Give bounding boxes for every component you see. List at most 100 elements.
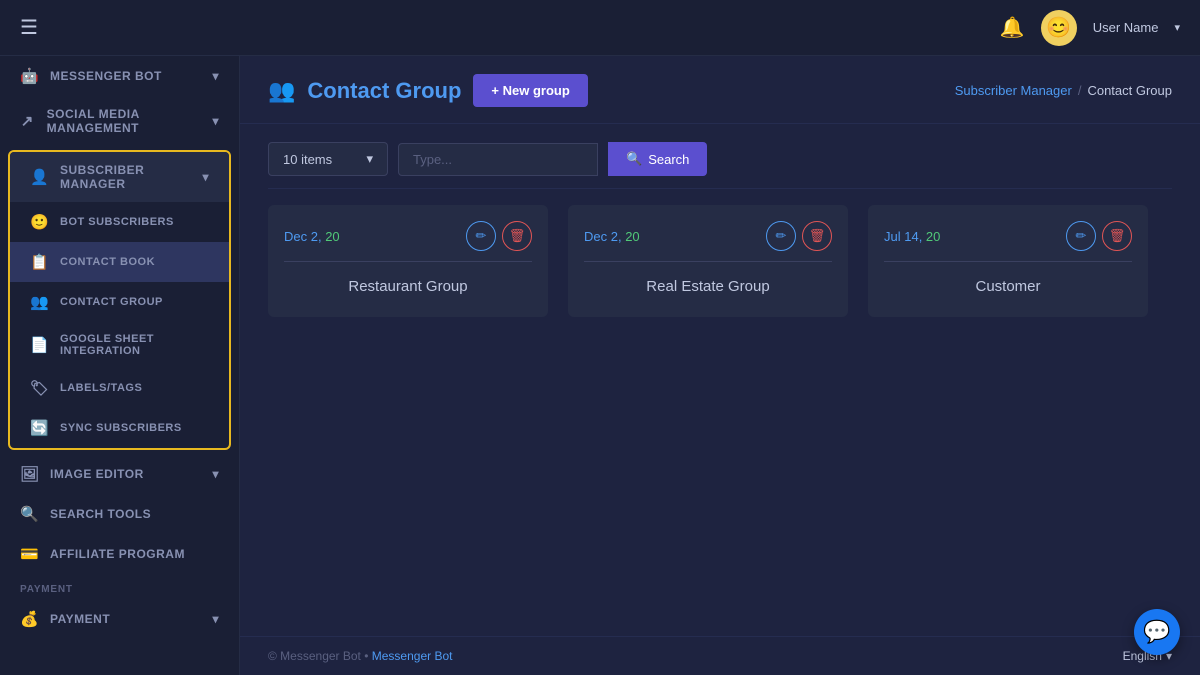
- payment-label: PAYMENT: [50, 612, 110, 626]
- social-media-chevron: ▾: [212, 114, 219, 128]
- items-count-label: 10 items: [283, 152, 332, 167]
- card-name-2: Customer: [884, 272, 1132, 301]
- contact-card-1: Dec 2, 20 ✏ 🗑 Real Estate Group: [568, 205, 848, 317]
- main-content: 👥 Contact Group + New group Subscriber M…: [240, 56, 1200, 675]
- google-sheet-label: GOOGLE SHEET INTEGRATION: [60, 333, 209, 357]
- card-divider-2: [884, 261, 1132, 262]
- sidebar-item-contact-book[interactable]: 📋 CONTACT BOOK: [10, 242, 229, 282]
- search-tools-label: SEARCH TOOLS: [50, 507, 151, 521]
- card-name-0: Restaurant Group: [284, 272, 532, 301]
- breadcrumb-separator: /: [1078, 83, 1082, 98]
- contact-card-2: Jul 14, 20 ✏ 🗑 Customer: [868, 205, 1148, 317]
- hamburger-button[interactable]: ☰: [20, 15, 38, 40]
- affiliate-label: AFFILIATE PROGRAM: [50, 547, 185, 561]
- messenger-bot-icon: 🤖: [20, 67, 38, 85]
- contact-group-icon: 👥: [30, 293, 48, 311]
- bot-subscribers-icon: 🙂: [30, 213, 48, 231]
- footer: © Messenger Bot • Messenger Bot English …: [240, 636, 1200, 675]
- page-icon: 👥: [268, 78, 295, 104]
- items-dropdown-chevron: ▾: [366, 151, 373, 167]
- card-actions-0: ✏ 🗑: [466, 221, 532, 251]
- card-top-1: Dec 2, 20 ✏ 🗑: [584, 221, 832, 251]
- sidebar-item-search-tools[interactable]: 🔍 SEARCH TOOLS: [0, 494, 239, 534]
- messenger-bot-label: MESSENGER BOT: [50, 69, 162, 83]
- card-delete-button-0[interactable]: 🗑: [502, 221, 532, 251]
- content-divider: [268, 188, 1172, 189]
- subscriber-manager-label: SUBSCRIBER MANAGER: [60, 163, 190, 191]
- card-date-2: Jul 14, 20: [884, 229, 940, 244]
- cards-grid: Dec 2, 20 ✏ 🗑 Restaurant Group Dec 2, 20…: [240, 205, 1200, 317]
- payment-chevron: ▾: [212, 612, 219, 626]
- search-button-label: Search: [648, 152, 689, 167]
- sidebar-item-google-sheet[interactable]: 📄 GOOGLE SHEET INTEGRATION: [10, 322, 229, 368]
- sidebar-item-messenger-bot[interactable]: 🤖 MESSENGER BOT ▾: [0, 56, 239, 96]
- nav-right: 🔔 😊 User Name ▾: [1000, 10, 1180, 46]
- card-year-1: 20: [625, 229, 639, 244]
- avatar: 😊: [1041, 10, 1077, 46]
- card-edit-button-0[interactable]: ✏: [466, 221, 496, 251]
- search-input[interactable]: [398, 143, 598, 176]
- payment-icon: 💰: [20, 610, 38, 628]
- search-tools-icon: 🔍: [20, 505, 38, 523]
- contact-card-0: Dec 2, 20 ✏ 🗑 Restaurant Group: [268, 205, 548, 317]
- new-group-button[interactable]: + New group: [473, 74, 587, 107]
- sidebar-item-affiliate[interactable]: 💳 AFFILIATE PROGRAM: [0, 534, 239, 574]
- payment-section-label: PAYMENT: [0, 574, 239, 599]
- messenger-bot-chevron: ▾: [212, 69, 219, 83]
- card-edit-button-2[interactable]: ✏: [1066, 221, 1096, 251]
- sync-subscribers-icon: 🔄: [30, 419, 48, 437]
- contact-group-label: CONTACT GROUP: [60, 296, 163, 308]
- sidebar-item-bot-subscribers[interactable]: 🙂 BOT SUBSCRIBERS: [10, 202, 229, 242]
- image-editor-chevron: ▾: [212, 467, 219, 481]
- social-media-label: SOCIAL MEDIA MANAGEMENT: [47, 107, 201, 135]
- sidebar-item-image-editor[interactable]: 🖼 IMAGE EDITOR ▾: [0, 454, 239, 494]
- subscriber-manager-group: 👤 SUBSCRIBER MANAGER ▾ 🙂 BOT SUBSCRIBERS…: [8, 150, 231, 450]
- page-header: 👥 Contact Group + New group Subscriber M…: [240, 56, 1200, 124]
- card-year-0: 20: [325, 229, 339, 244]
- sidebar-item-subscriber-manager[interactable]: 👤 SUBSCRIBER MANAGER ▾: [10, 152, 229, 202]
- sidebar-item-social-media[interactable]: ↗ SOCIAL MEDIA MANAGEMENT ▾: [0, 96, 239, 146]
- card-edit-button-1[interactable]: ✏: [766, 221, 796, 251]
- top-navbar: ☰ 🔔 😊 User Name ▾: [0, 0, 1200, 56]
- card-delete-button-2[interactable]: 🗑: [1102, 221, 1132, 251]
- card-name-1: Real Estate Group: [584, 272, 832, 301]
- sidebar-item-contact-group[interactable]: 👥 CONTACT GROUP: [10, 282, 229, 322]
- breadcrumb-current: Contact Group: [1087, 83, 1172, 98]
- bot-subscribers-label: BOT SUBSCRIBERS: [60, 216, 174, 228]
- affiliate-icon: 💳: [20, 545, 38, 563]
- items-dropdown[interactable]: 10 items ▾: [268, 142, 388, 176]
- image-editor-label: IMAGE EDITOR: [50, 467, 144, 481]
- card-top-0: Dec 2, 20 ✏ 🗑: [284, 221, 532, 251]
- footer-copy: © Messenger Bot • Messenger Bot: [268, 649, 452, 663]
- image-editor-icon: 🖼: [20, 465, 38, 483]
- page-title-area: 👥 Contact Group + New group: [268, 74, 588, 107]
- user-name[interactable]: User Name: [1093, 20, 1159, 35]
- google-sheet-icon: 📄: [30, 336, 48, 354]
- sidebar: 🤖 MESSENGER BOT ▾ ↗ SOCIAL MEDIA MANAGEM…: [0, 56, 240, 675]
- sidebar-item-sync-subscribers[interactable]: 🔄 SYNC SUBSCRIBERS: [10, 408, 229, 448]
- labels-tags-icon: 🏷: [30, 379, 48, 397]
- breadcrumb: Subscriber Manager / Contact Group: [955, 83, 1172, 98]
- card-delete-button-1[interactable]: 🗑: [802, 221, 832, 251]
- bell-icon[interactable]: 🔔: [1000, 15, 1025, 40]
- card-top-2: Jul 14, 20 ✏ 🗑: [884, 221, 1132, 251]
- breadcrumb-parent-link[interactable]: Subscriber Manager: [955, 83, 1072, 98]
- card-year-2: 20: [926, 229, 940, 244]
- chat-bubble-button[interactable]: 💬: [1134, 609, 1180, 655]
- layout: 🤖 MESSENGER BOT ▾ ↗ SOCIAL MEDIA MANAGEM…: [0, 56, 1200, 675]
- subscriber-manager-chevron: ▾: [202, 170, 209, 184]
- footer-copy-text: © Messenger Bot: [268, 649, 361, 663]
- card-divider-0: [284, 261, 532, 262]
- card-actions-2: ✏ 🗑: [1066, 221, 1132, 251]
- contact-book-icon: 📋: [30, 253, 48, 271]
- search-button[interactable]: 🔍 Search: [608, 142, 707, 176]
- footer-link[interactable]: Messenger Bot: [372, 649, 453, 663]
- sidebar-item-payment[interactable]: 💰 PAYMENT ▾: [0, 599, 239, 639]
- card-date-0: Dec 2, 20: [284, 229, 340, 244]
- sidebar-item-labels-tags[interactable]: 🏷 LABELS/TAGS: [10, 368, 229, 408]
- contact-book-label: CONTACT BOOK: [60, 256, 155, 268]
- labels-tags-label: LABELS/TAGS: [60, 382, 142, 394]
- card-actions-1: ✏ 🗑: [766, 221, 832, 251]
- social-media-icon: ↗: [20, 112, 35, 130]
- search-button-icon: 🔍: [626, 151, 642, 167]
